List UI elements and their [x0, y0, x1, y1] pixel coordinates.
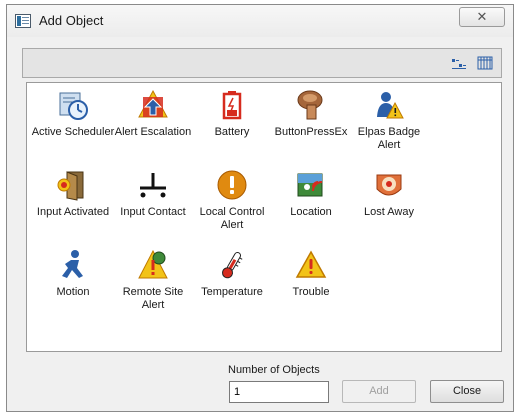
object-label: Elpas Badge Alert [357, 126, 421, 151]
object-label: Input Activated [36, 206, 110, 218]
object-label: Lost Away [364, 206, 414, 218]
remote-site-alert-icon [137, 249, 169, 281]
object-list-panel: Active Scheduler Alert Escalation Batter… [26, 82, 502, 352]
object-label: Active Scheduler [31, 126, 115, 138]
alert-escalation-icon [137, 89, 169, 121]
add-button[interactable]: Add [342, 380, 416, 403]
object-item-input-activated[interactable]: Input Activated [31, 169, 115, 219]
list-view-icon[interactable] [451, 56, 467, 70]
object-item-lost-away[interactable]: Lost Away [347, 169, 431, 219]
view-toolbar [22, 48, 502, 78]
title-bar: Add Object ✕ [7, 5, 513, 37]
object-item-location[interactable]: Location [269, 169, 353, 219]
object-item-motion[interactable]: Motion [31, 249, 115, 299]
lost-away-icon [373, 169, 405, 201]
local-control-alert-icon [216, 169, 248, 201]
object-item-elpas-badge-alert[interactable]: Elpas Badge Alert [347, 89, 431, 152]
object-item-remote-site-alert[interactable]: Remote Site Alert [111, 249, 195, 312]
badge-person-alert-icon [373, 89, 405, 121]
scheduler-clock-icon [57, 89, 89, 121]
object-item-alert-escalation[interactable]: Alert Escalation [111, 89, 195, 139]
object-label: Motion [56, 286, 90, 298]
object-label: Alert Escalation [114, 126, 192, 138]
object-label: Location [290, 206, 332, 218]
object-item-temperature[interactable]: Temperature [190, 249, 274, 299]
object-item-local-control-alert[interactable]: Local Control Alert [190, 169, 274, 232]
object-item-battery[interactable]: Battery [190, 89, 274, 139]
trouble-warning-icon [295, 249, 327, 281]
object-item-buttonpressex[interactable]: ButtonPressEx [269, 89, 353, 139]
button-press-hand-icon [295, 89, 327, 121]
grid-view-icon[interactable] [477, 56, 493, 70]
window-app-icon [15, 14, 31, 28]
object-label: ButtonPressEx [274, 126, 348, 138]
motion-runner-icon [57, 249, 89, 281]
object-label: Temperature [201, 286, 263, 298]
object-item-input-contact[interactable]: Input Contact [111, 169, 195, 219]
close-icon: ✕ [476, 9, 488, 24]
number-of-objects-input[interactable] [229, 381, 329, 403]
object-item-trouble[interactable]: Trouble [269, 249, 353, 299]
input-activated-door-icon [57, 169, 89, 201]
location-signal-icon [295, 169, 327, 201]
window-title: Add Object [39, 13, 104, 28]
input-contact-icon [137, 169, 169, 201]
object-label: Local Control Alert [199, 206, 265, 231]
object-label: Trouble [292, 286, 330, 298]
object-item-active-scheduler[interactable]: Active Scheduler [31, 89, 115, 139]
object-label: Battery [214, 126, 250, 138]
thermometer-icon [216, 249, 248, 281]
number-of-objects-label: Number of Objects [228, 364, 320, 376]
battery-icon [216, 89, 248, 121]
close-button[interactable]: Close [430, 380, 504, 403]
object-label: Input Contact [120, 206, 186, 218]
window-close-button[interactable]: ✕ [459, 7, 505, 27]
object-label: Remote Site Alert [122, 286, 184, 311]
